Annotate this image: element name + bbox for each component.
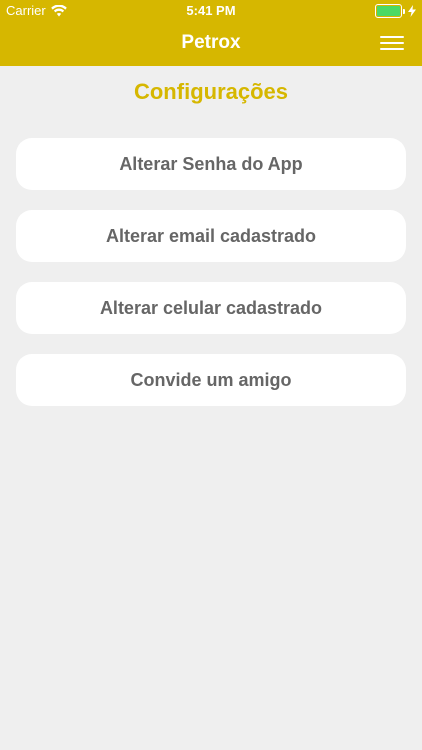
battery-tip <box>403 8 405 14</box>
battery-level <box>377 6 400 16</box>
app-header: Carrier 5:41 PM Petrox <box>0 0 422 66</box>
menu-line <box>380 36 404 38</box>
battery-indicator <box>375 4 416 18</box>
status-bar: Carrier 5:41 PM <box>0 0 422 22</box>
page-title: Configurações <box>133 79 289 104</box>
settings-options-list: Alterar Senha do App Alterar email cadas… <box>16 138 406 426</box>
hamburger-menu-icon[interactable] <box>380 34 404 52</box>
change-app-password-button[interactable]: Alterar Senha do App <box>16 138 406 190</box>
status-time: 5:41 PM <box>186 3 236 18</box>
change-phone-button[interactable]: Alterar celular cadastrado <box>16 282 406 334</box>
charging-bolt-icon <box>408 5 416 17</box>
menu-line <box>380 42 404 44</box>
app-title: Petrox <box>181 32 241 53</box>
change-email-button[interactable]: Alterar email cadastrado <box>16 210 406 262</box>
battery-icon <box>375 4 402 18</box>
invite-friend-button[interactable]: Convide um amigo <box>16 354 406 406</box>
menu-line <box>380 48 404 50</box>
settings-screen: Carrier 5:41 PM Petrox Configurações Alt… <box>0 0 422 750</box>
